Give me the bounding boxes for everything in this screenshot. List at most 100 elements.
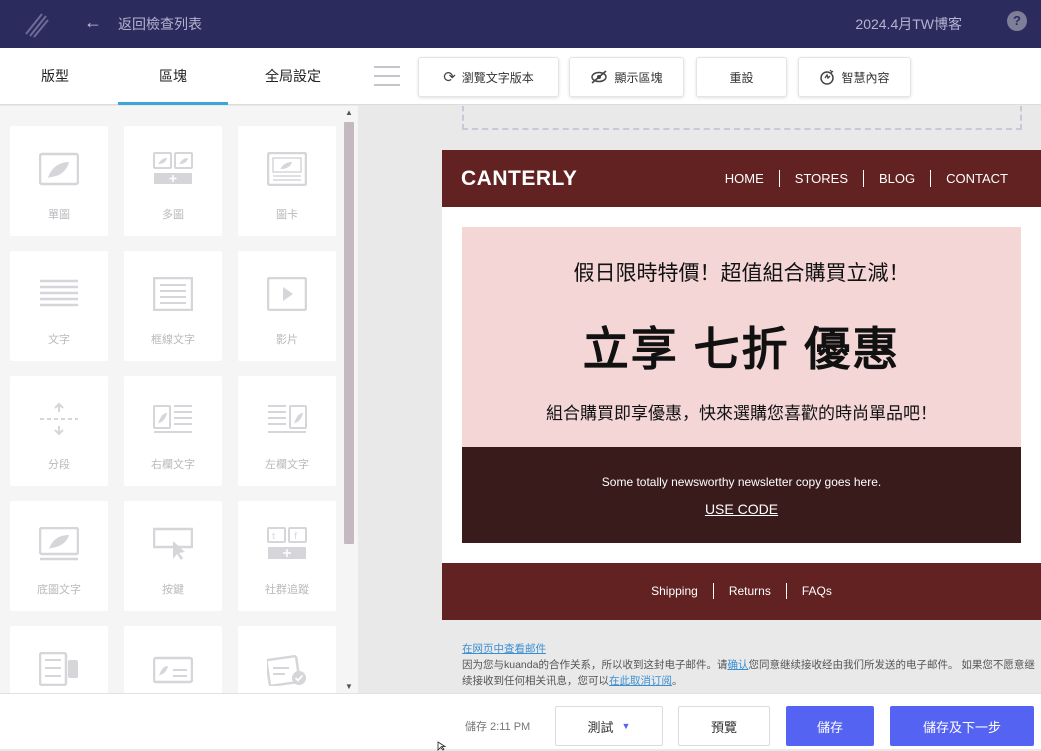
caret-down-icon: ▼	[621, 721, 631, 731]
tab-global-settings[interactable]: 全局設定	[238, 48, 348, 105]
footer-link-returns: Returns	[712, 583, 786, 599]
background-image-text-icon	[39, 527, 79, 561]
block-tile[interactable]	[124, 626, 222, 693]
block-tile-label: 底圖文字	[37, 584, 81, 596]
block-tile-label: 社群追蹤	[265, 584, 309, 596]
block-tile[interactable]: 多圖	[124, 126, 222, 236]
top-bar: ← 返回檢查列表 2024.4月TW博客 ?	[0, 0, 1041, 48]
view-online-link[interactable]: 在网页中查看邮件	[462, 643, 546, 655]
use-code-link: USE CODE	[704, 501, 779, 517]
tab-layout[interactable]: 版型	[0, 48, 110, 105]
block-tile[interactable]: 底圖文字	[10, 501, 108, 611]
block-tile-label: 影片	[276, 334, 298, 346]
show-blocks-button[interactable]: 顯示區塊	[569, 57, 684, 97]
email-nav-blog: BLOG	[863, 170, 930, 187]
tab-blocks[interactable]: 區塊	[118, 48, 228, 105]
block-tile-label: 右欄文字	[151, 459, 195, 471]
view-text-version-button[interactable]: ⟳ 瀏覽文字版本	[418, 57, 559, 97]
newsletter-copy-block[interactable]: Some totally newsworthy newsletter copy …	[462, 447, 1021, 543]
boxed-text-icon	[153, 277, 193, 311]
blocks-panel-scroll-thumb[interactable]	[344, 122, 354, 544]
svg-text:t: t	[272, 532, 276, 542]
block-tile[interactable]: 圖卡	[238, 126, 336, 236]
promo-subtext: 組合購買即享優惠，快來選購您喜歡的時尚單品吧！	[546, 404, 937, 423]
smart-content-button[interactable]: 智慧內容	[798, 57, 911, 97]
email-brand-logo: CANTERLY	[461, 167, 578, 190]
promo-block[interactable]: 假日限時特價！超值組合購買立減！ 立享 七折 優惠 組合購買即享優惠，快來選購您…	[462, 227, 1021, 447]
block-tile[interactable]: 文字	[10, 251, 108, 361]
left-column-text-icon	[268, 405, 307, 433]
email-footer-links: Shipping Returns FAQs	[442, 583, 1041, 599]
blocks-panel: 單圖 多圖 圖卡 文字 框線文字 影片 分段 右欄文字 左欄文字 底圖文字 按鍵 t f 社群追蹤	[0, 106, 358, 693]
right-column-text-icon	[153, 405, 192, 433]
preview-button[interactable]: 預覽	[678, 706, 770, 746]
legal-text-a: 因为您与kuanda的合作关系，所以收到这封电子邮件。请	[462, 659, 728, 671]
image-card-icon	[267, 152, 307, 186]
block-tile-label: 多圖	[162, 209, 184, 221]
legal-text-c: 。	[672, 675, 683, 687]
block-tile-label: 左欄文字	[265, 459, 309, 471]
help-icon[interactable]: ?	[1007, 11, 1027, 31]
mouse-cursor-icon	[437, 741, 447, 751]
multi-image-icon	[153, 152, 193, 184]
block-tile-label: 圖卡	[276, 209, 298, 221]
footer-link-shipping: Shipping	[651, 584, 698, 598]
block-tile[interactable]: 右欄文字	[124, 376, 222, 486]
newsletter-copy-text: Some totally newsworthy newsletter copy …	[601, 475, 882, 489]
block-tile[interactable]: 框線文字	[124, 251, 222, 361]
text-icon	[40, 279, 78, 307]
block-tile-label: 按鍵	[162, 584, 184, 596]
email-footer-block[interactable]: Shipping Returns FAQs	[442, 563, 1041, 620]
product-card-icon	[267, 655, 306, 686]
saved-status: 儲存 2:11 PM	[465, 721, 531, 733]
save-and-next-button[interactable]: 儲存及下一步	[890, 706, 1034, 746]
image-group-icon	[153, 656, 193, 684]
block-tile-label: 分段	[48, 459, 70, 471]
block-tile-label: 文字	[48, 334, 70, 346]
email-nav-home: HOME	[724, 171, 764, 186]
email-preview: CANTERLY HOME STORES BLOG CONTACT 假日限時特價…	[442, 150, 1041, 620]
drop-zone[interactable]	[462, 106, 1022, 130]
app-logo-icon[interactable]	[22, 10, 50, 38]
footer-link-faqs: FAQs	[785, 583, 847, 599]
block-tile[interactable]	[10, 626, 108, 693]
email-body: 假日限時特價！超值組合購買立減！ 立享 七折 優惠 組合購買即享優惠，快來選購您…	[442, 207, 1041, 563]
back-to-checklist-link[interactable]: 返回檢查列表	[118, 14, 202, 34]
block-tile[interactable]: 單圖	[10, 126, 108, 236]
button-icon	[153, 527, 193, 560]
scroll-up-icon[interactable]: ▲	[345, 108, 353, 117]
block-tile[interactable]	[238, 626, 336, 693]
social-follow-icon: tf	[267, 527, 307, 559]
promo-headline: 假日限時特價！超值組合購買立減！	[573, 262, 910, 285]
promo-offer: 立享 七折 優惠	[582, 323, 901, 375]
campaign-name: 2024.4月TW博客	[855, 16, 962, 32]
back-arrow-icon[interactable]: ←	[84, 12, 102, 33]
svg-text:f: f	[294, 532, 298, 542]
reset-button[interactable]: 重設	[696, 57, 787, 97]
confirm-link[interactable]: 确认	[727, 659, 748, 671]
email-header-block[interactable]: CANTERLY HOME STORES BLOG CONTACT	[442, 150, 1041, 207]
test-dropdown-button[interactable]: 測試 ▼	[555, 706, 663, 746]
single-image-icon	[39, 152, 79, 186]
menu-icon[interactable]	[374, 66, 400, 88]
unsubscribe-link[interactable]: 在此取消订阅	[609, 675, 672, 687]
video-icon	[267, 277, 307, 311]
block-tile[interactable]: 左欄文字	[238, 376, 336, 486]
block-tile[interactable]: t f 社群追蹤	[238, 501, 336, 611]
legal-footer: 在网页中查看邮件 因为您与kuanda的合作关系，所以收到这封电子邮件。请确认您…	[462, 641, 1037, 689]
block-tile[interactable]: 影片	[238, 251, 336, 361]
email-nav-contact: CONTACT	[930, 170, 1023, 187]
editor-toolbar: 版型 區塊 全局設定 ⟳ 瀏覽文字版本 顯示區塊 重設 智慧內容	[0, 48, 1041, 105]
divider-icon	[40, 402, 78, 436]
eye-off-icon	[591, 70, 608, 84]
smart-content-icon	[820, 69, 835, 85]
email-nav-stores: STORES	[778, 170, 863, 187]
bottom-bar: 儲存 2:11 PM 測試 ▼ 預覽 儲存 儲存及下一步	[0, 693, 1041, 749]
block-tile[interactable]: 按鍵	[124, 501, 222, 611]
block-tile[interactable]: 分段	[10, 376, 108, 486]
refresh-icon: ⟳	[443, 69, 456, 86]
email-canvas: CANTERLY HOME STORES BLOG CONTACT 假日限時特價…	[358, 106, 1041, 693]
scroll-down-icon[interactable]: ▼	[345, 682, 353, 691]
save-button[interactable]: 儲存	[786, 706, 874, 746]
email-nav: HOME STORES BLOG CONTACT	[710, 170, 1023, 187]
